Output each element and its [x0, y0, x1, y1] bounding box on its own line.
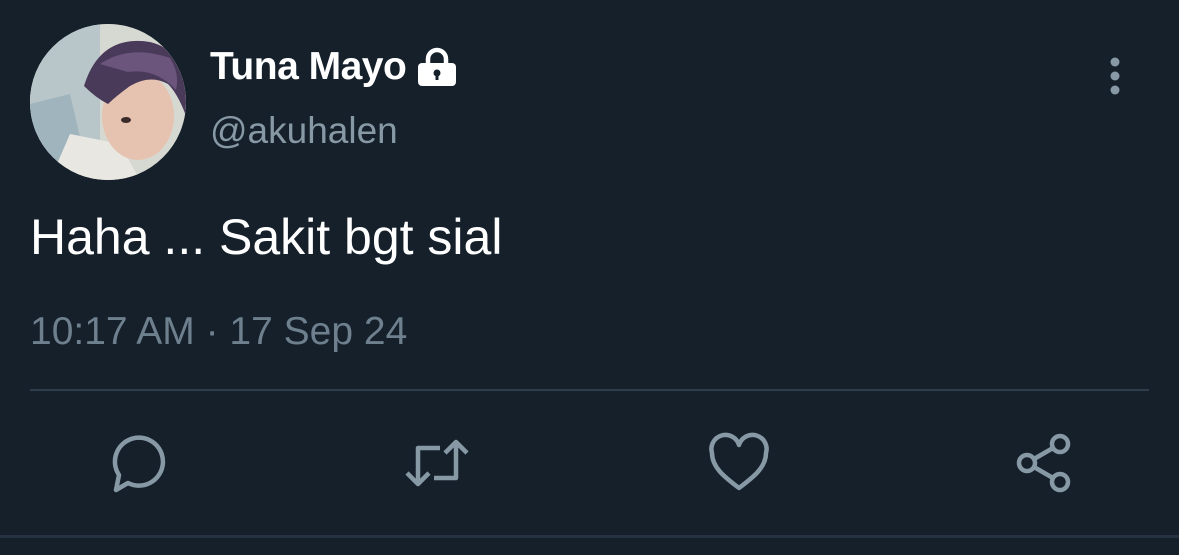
share-button[interactable] [1010, 430, 1076, 496]
comment-icon [112, 435, 166, 493]
user-handle[interactable]: @akuhalen [210, 110, 398, 152]
display-name-row: Tuna Mayo [210, 42, 458, 92]
retweet-button[interactable] [404, 430, 470, 496]
heart-icon [709, 432, 769, 491]
avatar[interactable] [30, 24, 186, 180]
tweet-timestamp[interactable]: 10:17 AM · 17 Sep 24 [30, 310, 407, 354]
bottom-divider [0, 535, 1179, 538]
more-vertical-icon[interactable] [1100, 55, 1130, 97]
tweet-card: Tuna Mayo @akuhalen Haha ... Sakit bgt s… [0, 0, 1179, 555]
divider [30, 389, 1149, 391]
like-button[interactable] [706, 430, 772, 496]
tweet-text: Haha ... Sakit bgt sial [30, 209, 503, 265]
retweet-icon [405, 439, 469, 487]
display-name[interactable]: Tuna Mayo [210, 45, 407, 89]
share-icon [1016, 433, 1071, 493]
avatar-image [30, 24, 186, 180]
lock-icon [416, 46, 458, 88]
reply-button[interactable] [102, 430, 168, 496]
